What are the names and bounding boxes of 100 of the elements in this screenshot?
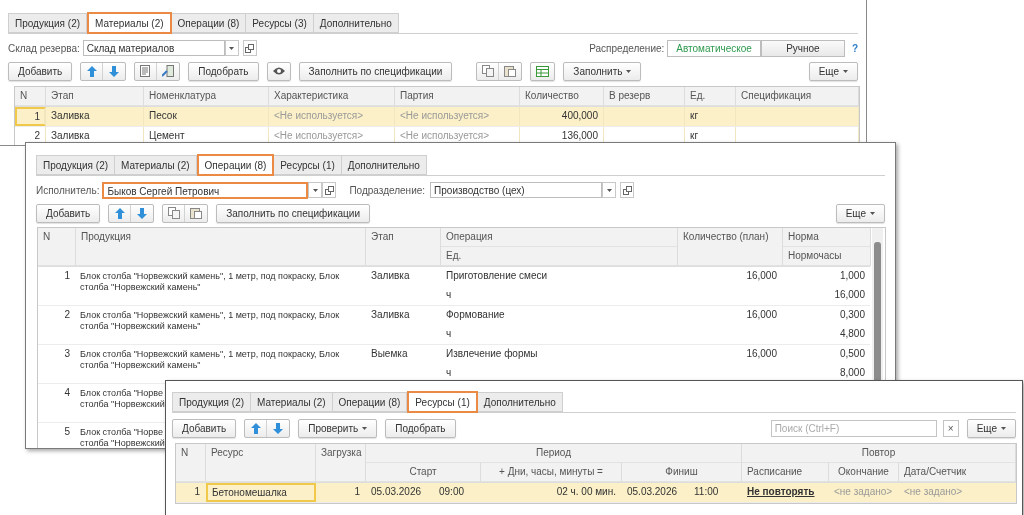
table-cell-text: <не задано> — [833, 485, 894, 499]
tab[interactable]: Материалы (2) — [87, 12, 172, 34]
pick-button[interactable]: Подобрать — [385, 418, 456, 438]
table-cell: 1 — [15, 107, 46, 126]
pick-button[interactable]: Подобрать — [188, 61, 259, 81]
fill-by-spec-button[interactable]: Заполнить по спецификации — [216, 203, 370, 223]
table-cell-text: ч — [445, 288, 453, 302]
table-cell-text: 11:00 — [693, 485, 720, 499]
more-button[interactable]: Еще — [835, 203, 885, 223]
tab[interactable]: Материалы (2) — [251, 392, 333, 412]
column-header: Ресурс — [206, 444, 316, 482]
open-button[interactable] — [322, 182, 337, 198]
dropdown-button[interactable] — [602, 182, 617, 198]
field-label: Распределение: — [589, 42, 665, 54]
column-header: Количество — [520, 87, 604, 106]
tab[interactable]: Ресурсы (1) — [407, 391, 478, 413]
open-window-icon — [324, 185, 334, 195]
help-link[interactable]: ? — [851, 42, 858, 54]
schedule-link[interactable]: Не повторять — [747, 486, 815, 497]
dropdown-button[interactable] — [308, 182, 323, 198]
toggle-option[interactable]: Автоматическое — [667, 39, 761, 57]
tab[interactable]: Дополнительно — [313, 13, 399, 33]
copy-icon — [167, 207, 180, 219]
add-button[interactable]: Добавить — [172, 418, 237, 438]
caret-icon — [312, 188, 318, 192]
more-button[interactable]: Еще — [966, 418, 1016, 438]
table-cell-text: <не задано> — [903, 485, 964, 499]
column-header: Количество (план) — [678, 228, 783, 266]
table-cell-text: 02 ч. 00 мин. — [555, 485, 617, 499]
tab[interactable]: Ресурсы (3) — [246, 13, 314, 33]
tab[interactable]: Продукция (2) — [8, 13, 88, 33]
column-header: Нормочасы — [783, 247, 871, 266]
table-row[interactable]: 1 Заливка Песок <Не используется> <Не используется> 400,000 кг — [15, 107, 859, 127]
field-label: Исполнитель: — [36, 184, 100, 196]
arrow-down-icon — [137, 207, 148, 219]
scrollbar[interactable] — [872, 228, 883, 382]
table-button[interactable] — [530, 61, 556, 81]
arrow-up-icon — [250, 422, 261, 434]
column-header: Характеристика — [269, 87, 395, 106]
table-cell-text: Блок столба "Норвежский камень", 1 метр, под покраску, Блок столба "Норвежский камень" — [79, 348, 341, 372]
dropdown-field[interactable]: Производство (цех) — [430, 182, 603, 198]
tab[interactable]: Операции (8) — [332, 392, 408, 412]
table-cell-text: 16,000 — [745, 269, 778, 283]
eye-icon — [272, 67, 285, 75]
tab[interactable]: Дополнительно — [477, 392, 563, 412]
fill-by-spec-button[interactable]: Заполнить по спецификации — [298, 61, 453, 81]
add-button[interactable]: Добавить — [8, 61, 73, 81]
table-cell-text: Извлечение формы — [445, 347, 539, 361]
check-button[interactable]: Проверить — [298, 418, 378, 438]
fill-button[interactable]: Заполнить — [563, 61, 642, 81]
column-header: В резерв — [604, 87, 685, 106]
open-window-icon — [622, 185, 632, 195]
dropdown-field[interactable]: Быков Сергей Петрович — [102, 181, 309, 199]
table-cell: кг — [685, 107, 736, 126]
more-button[interactable]: Еще — [808, 61, 858, 81]
tab[interactable]: Продукция (2) — [172, 392, 252, 412]
table-cell-text: 8,000 — [838, 366, 866, 380]
caret-icon — [1001, 426, 1006, 430]
arrow-up-icon — [86, 65, 97, 77]
column-header: Норма — [783, 228, 871, 247]
column-header: Финиш — [622, 463, 742, 482]
table-icon — [536, 65, 550, 77]
table-cell-text: 1 — [193, 485, 201, 499]
table-cell-text: 05.03.2026 — [626, 485, 679, 499]
caret-icon — [362, 426, 368, 430]
tab[interactable]: Дополнительно — [341, 155, 427, 175]
open-button[interactable] — [620, 182, 635, 198]
table-cell-text: 05.03.2026 — [370, 485, 423, 499]
table-cell: 400,000 — [520, 107, 604, 126]
tab[interactable]: Ресурсы (1) — [274, 155, 342, 175]
table-cell-text: ч — [445, 327, 453, 341]
column-header: Ед. — [441, 247, 678, 266]
clipboard-icon — [504, 65, 517, 77]
table-cell-text: ч — [445, 366, 453, 380]
search-field[interactable]: Поиск (Ctrl+F) — [770, 419, 937, 437]
table-cell-text: 3 — [63, 347, 71, 361]
column-header: Продукция — [76, 228, 366, 266]
field-label: Подразделение: — [349, 184, 426, 196]
add-button[interactable]: Добавить — [36, 203, 101, 223]
table-cell-text: 16,000 — [745, 347, 778, 361]
clear-button[interactable]: × — [942, 419, 959, 437]
table-cell: Бетономешалка — [206, 483, 316, 502]
table-cell-text: Приготовление смеси — [445, 269, 549, 283]
tab[interactable]: Материалы (2) — [115, 155, 197, 175]
dropdown-field[interactable]: Склад материалов — [82, 40, 225, 56]
open-button[interactable] — [242, 40, 257, 56]
table-row[interactable]: 1 Бетономешалка 1 05.03.2026 09:00 02 ч. 00 мин. 05.03.2026 11:00 Не повторять <не задано> <не задано> — [176, 483, 1016, 503]
column-header: Период — [366, 444, 742, 463]
column-header: Повтор — [742, 444, 1016, 463]
table-cell-text: 1 — [353, 485, 361, 499]
tab[interactable]: Продукция (2) — [36, 155, 116, 175]
table-cell-text: Блок столба "Норвежский камень", 1 метр, под покраску, Блок столба "Норвежский камень" — [79, 309, 341, 333]
view-button[interactable] — [266, 61, 291, 81]
copy-icon — [481, 65, 494, 77]
arrow-down-icon — [273, 422, 284, 434]
toggle-option[interactable]: Ручное — [760, 39, 845, 57]
tab[interactable]: Операции (8) — [171, 13, 247, 33]
tab[interactable]: Операции (8) — [196, 154, 275, 176]
column-header: Партия — [395, 87, 520, 106]
column-header: N — [176, 444, 206, 482]
